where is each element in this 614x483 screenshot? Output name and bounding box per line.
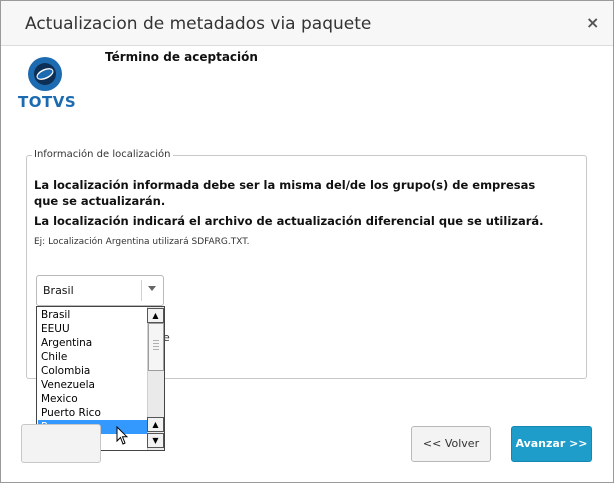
dropdown-option-chile[interactable]: Chile <box>38 350 149 364</box>
scroll-down-icon[interactable]: ▼ <box>147 433 164 448</box>
select-value: Brasil <box>43 284 74 297</box>
dropdown-option-eeuu[interactable]: EEUU <box>38 322 149 336</box>
dropdown-option-argentina[interactable]: Argentina <box>38 336 149 350</box>
fieldset-legend: Información de localización <box>32 149 173 160</box>
hidden-left-button[interactable] <box>21 424 101 463</box>
next-button[interactable]: Avanzar >> <box>511 426 592 462</box>
chevron-down-icon[interactable] <box>147 283 157 293</box>
dropdown-option-mexico[interactable]: Mexico <box>38 392 149 406</box>
select-divider <box>141 280 142 301</box>
localization-select[interactable]: Brasil <box>36 275 164 306</box>
title-bar: Actualizacion de metadados via paquete × <box>1 1 613 46</box>
dropdown-option-puerto-rico[interactable]: Puerto Rico <box>38 406 149 420</box>
mouse-cursor-icon <box>116 426 129 445</box>
close-icon[interactable]: × <box>586 13 599 32</box>
back-button[interactable]: << Volver <box>411 426 491 462</box>
scroll-up-lower-icon[interactable]: ▲ <box>147 417 164 432</box>
logo-text: TOTVS <box>18 93 77 111</box>
dropdown-option-brasil[interactable]: Brasil <box>38 308 149 322</box>
dropdown-option-venezuela[interactable]: Venezuela <box>38 378 149 392</box>
info-paragraph-2: La localización indicará el archivo de a… <box>34 214 544 228</box>
dialog-title: Actualizacion de metadados via paquete <box>25 14 372 34</box>
dropdown-option-colombia[interactable]: Colombia <box>38 364 149 378</box>
page-heading: Término de aceptación <box>105 50 258 64</box>
example-text: Ej: Localización Argentina utilizará SDF… <box>34 237 250 247</box>
grip-icon <box>153 340 159 352</box>
scroll-up-icon[interactable]: ▲ <box>147 308 164 323</box>
scroll-thumb[interactable] <box>148 323 164 371</box>
info-paragraph-1: La localización informada debe ser la mi… <box>34 178 536 208</box>
